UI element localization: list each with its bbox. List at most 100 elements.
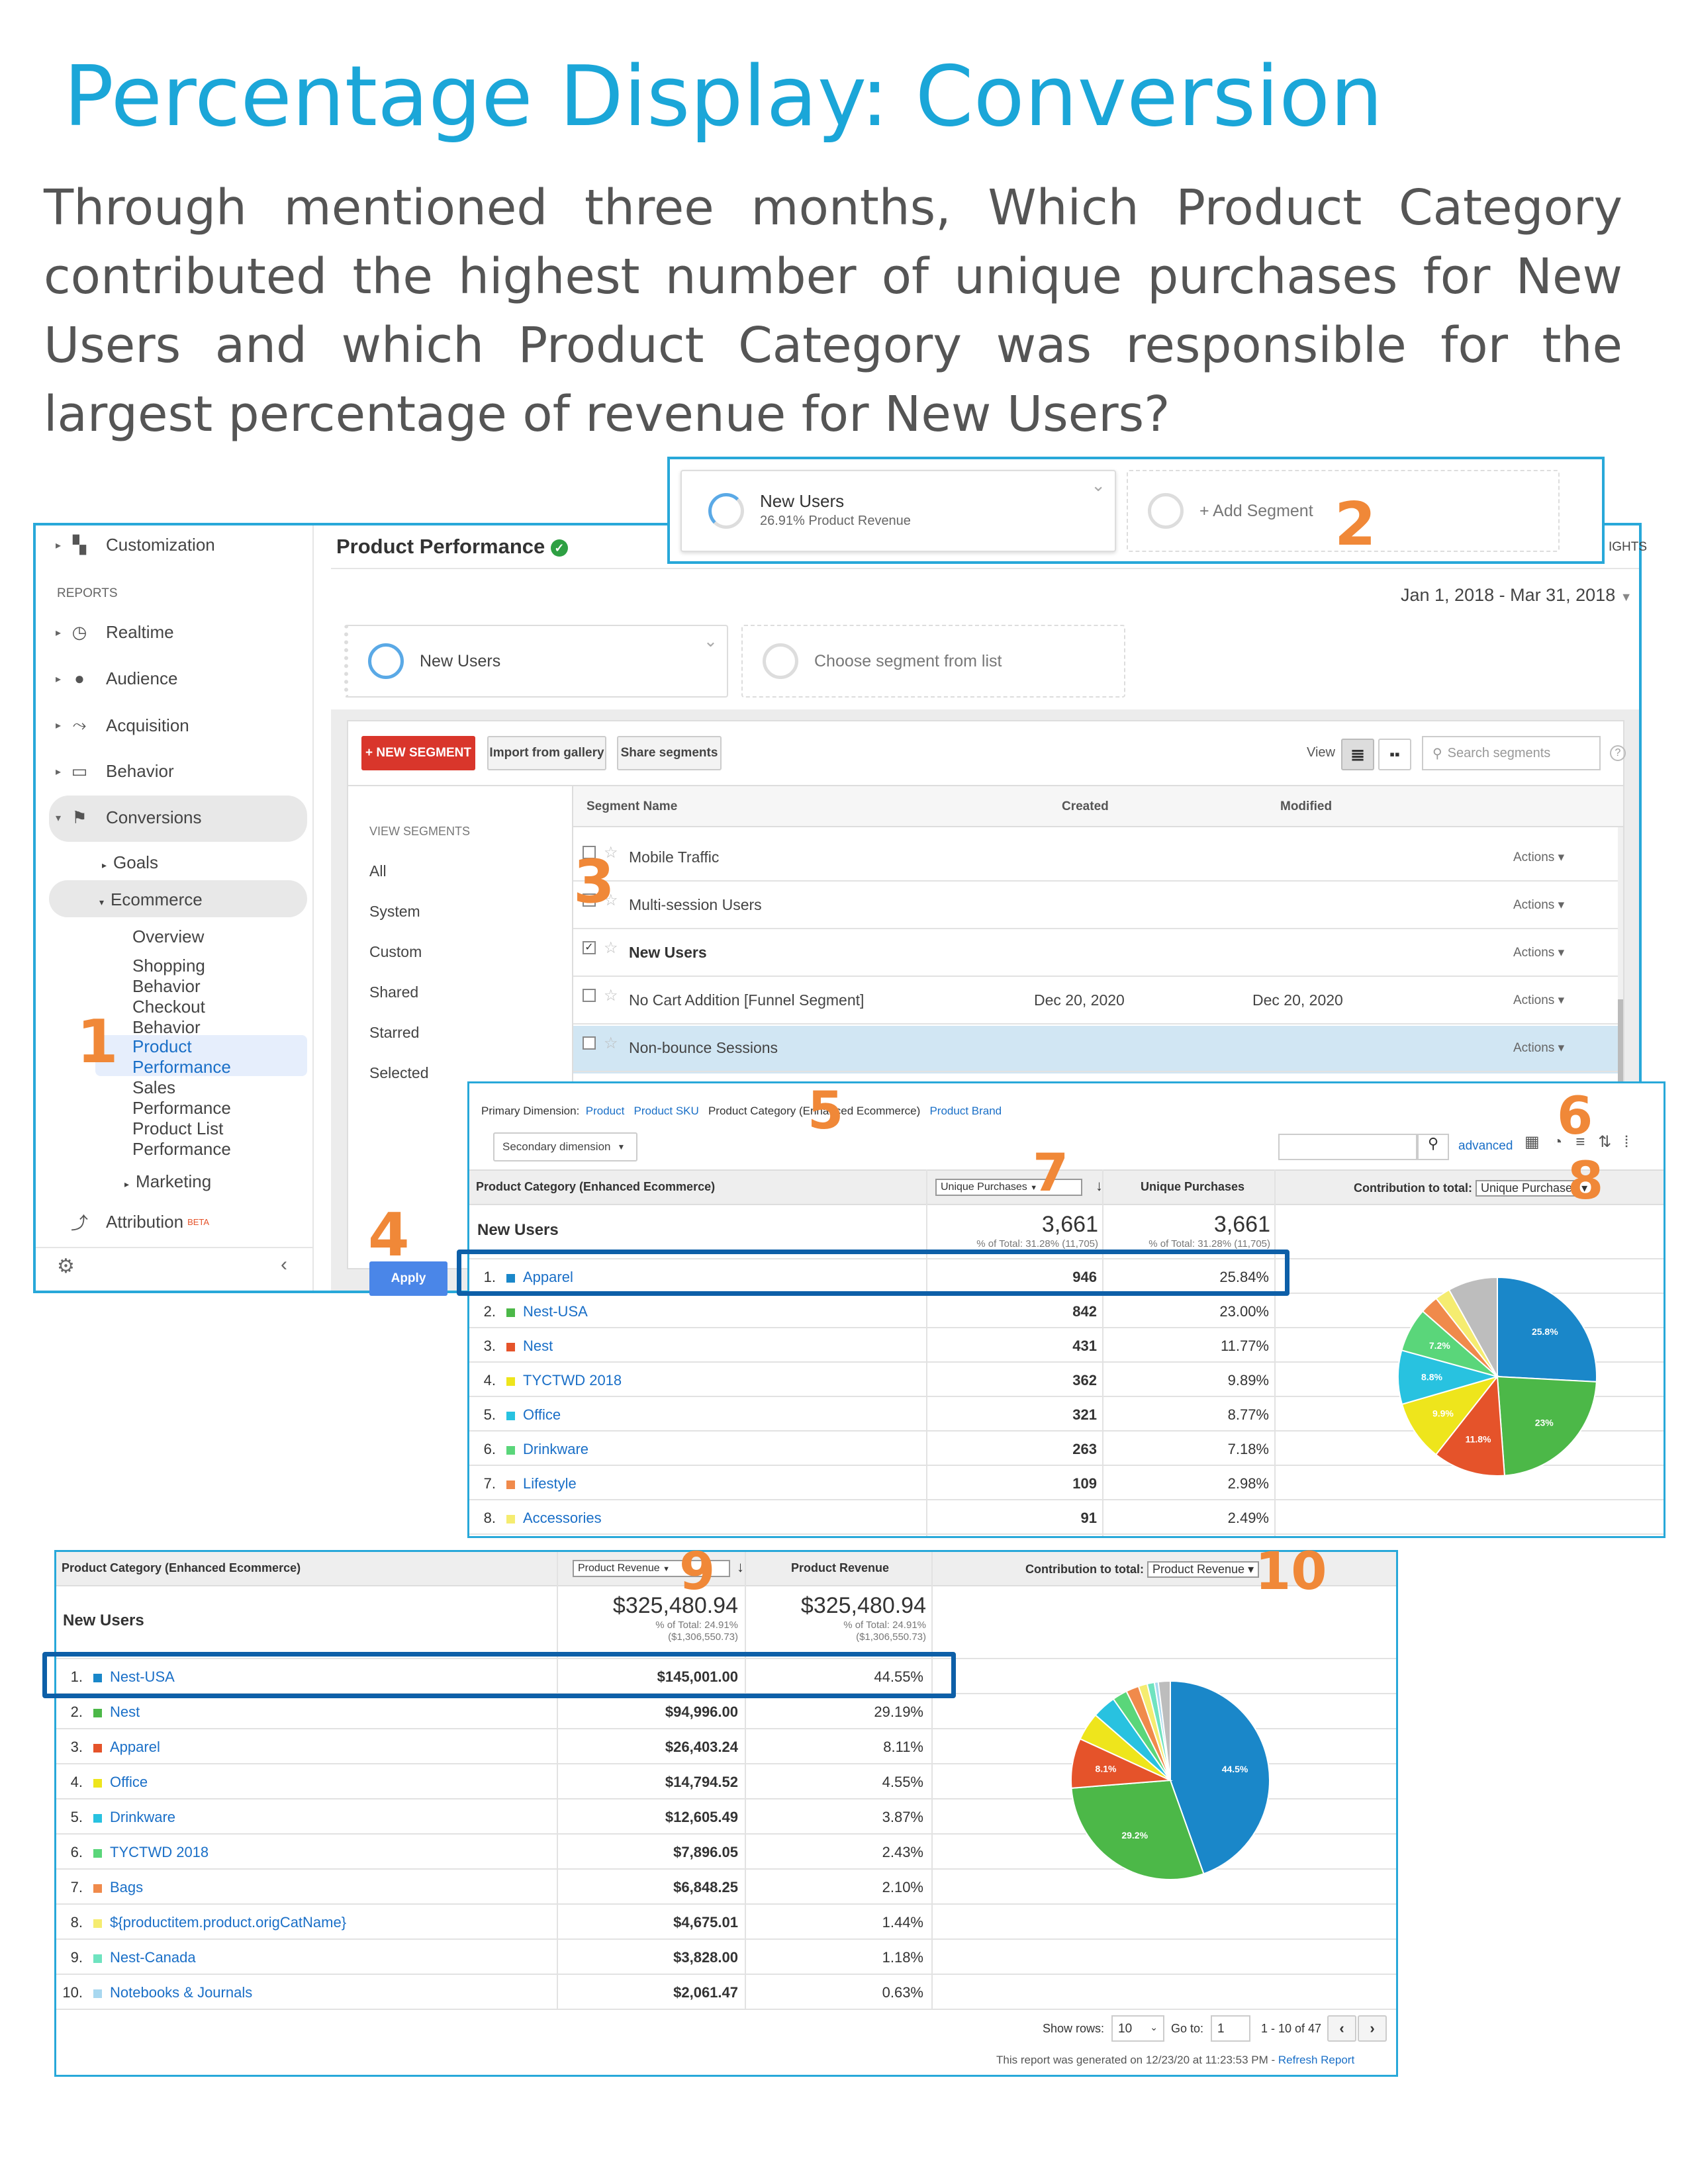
segment-row[interactable]: ☆ Multi-session Users Actions ▾ — [573, 882, 1618, 929]
filter-all[interactable]: All — [369, 851, 561, 891]
contribution-select[interactable]: Product Revenue ▾ — [1147, 1561, 1260, 1578]
category-link[interactable]: TYCTWD 2018 — [110, 1844, 209, 1860]
sort-desc-icon[interactable]: ↓ — [737, 1559, 744, 1576]
actions-menu[interactable]: Actions ▾ — [1513, 850, 1564, 865]
filter-starred[interactable]: Starred — [369, 1013, 561, 1053]
category-link[interactable]: Nest-USA — [523, 1303, 588, 1320]
filter-custom[interactable]: Custom — [369, 932, 561, 972]
gear-icon[interactable]: ⚙ — [57, 1255, 75, 1278]
show-rows-select[interactable]: 10 ⌄ — [1111, 2015, 1164, 2042]
import-from-gallery-button[interactable]: Import from gallery — [487, 736, 606, 770]
dim-product[interactable]: Product — [586, 1105, 625, 1117]
category-link[interactable]: TYCTWD 2018 — [523, 1372, 622, 1388]
sidebar-item-acquisition[interactable]: ▸ ⤳ Acquisition — [56, 715, 189, 736]
share-segments-button[interactable]: Share segments — [617, 736, 722, 770]
sidebar-item-ecommerce[interactable]: ▾ Ecommerce — [99, 889, 203, 910]
segment-row[interactable]: ✓ ☆ New Users Actions ▾ — [573, 929, 1618, 977]
search-segments-input[interactable]: ⚲ Search segments — [1422, 736, 1601, 770]
segment-row[interactable]: ☆ Mobile Traffic Actions ▾ — [573, 834, 1618, 882]
segment-row-name: No Cart Addition [Funnel Segment] — [629, 991, 865, 1009]
filter-system[interactable]: System — [369, 891, 561, 932]
category-link[interactable]: ${productitem.product.origCatName} — [110, 1914, 346, 1931]
category-link[interactable]: Apparel — [110, 1739, 160, 1755]
actions-menu[interactable]: Actions ▾ — [1513, 1040, 1564, 1056]
collapse-sidebar-icon[interactable]: ‹ — [281, 1253, 287, 1276]
row-value: $2,061.47 — [673, 1984, 738, 2001]
step-number-9: 9 — [679, 1542, 716, 1602]
sidebar-item-product-performance[interactable]: Product Performance — [132, 1036, 265, 1077]
filter-shared[interactable]: Shared — [369, 972, 561, 1013]
sidebar-item-attribution[interactable]: ⤴ Attribution BETA — [56, 1210, 209, 1234]
dim-product-brand[interactable]: Product Brand — [929, 1105, 1002, 1117]
segment-choose[interactable]: Choose segment from list — [741, 625, 1125, 698]
star-icon[interactable]: ☆ — [604, 938, 618, 958]
question-text: Through mentioned three months, Which Pr… — [44, 179, 1622, 443]
category-link[interactable]: Nest — [110, 1704, 140, 1720]
column-dimension[interactable]: Product Category (Enhanced Ecommerce) — [62, 1561, 301, 1575]
prev-page-icon[interactable]: ‹ — [1327, 2015, 1356, 2042]
column-segment-name[interactable]: Segment Name — [586, 799, 677, 814]
checkbox[interactable] — [583, 989, 596, 1002]
sidebar-item-marketing[interactable]: ▸ Marketing — [124, 1171, 211, 1192]
category-link[interactable]: Drinkware — [523, 1441, 588, 1457]
help-icon[interactable]: ? — [1610, 745, 1626, 761]
checkbox[interactable]: ✓ — [583, 941, 596, 954]
legend-swatch — [506, 1342, 515, 1351]
category-link[interactable]: Accessories — [523, 1510, 602, 1526]
column-created[interactable]: Created — [1062, 799, 1109, 814]
sidebar-item-customization[interactable]: ▸ ▚ Customization — [56, 535, 215, 555]
category-link[interactable]: Bags — [110, 1879, 143, 1895]
table-row: 8. Accessories 91 2.49% — [469, 1500, 1664, 1535]
column-product-revenue[interactable]: Product Revenue — [791, 1561, 889, 1575]
segment-row[interactable]: ☆ No Cart Addition [Funnel Segment] Dec … — [573, 977, 1618, 1024]
row-dimension: Nest — [93, 1704, 140, 1721]
secondary-dimension-select[interactable]: Secondary dimension ▼ — [493, 1132, 637, 1161]
table-search-input[interactable] — [1278, 1134, 1417, 1160]
sidebar-item-realtime[interactable]: ▸ ◷ Realtime — [56, 622, 174, 643]
sidebar-item-audience[interactable]: ▸ ● Audience — [56, 668, 177, 689]
category-link[interactable]: Nest-Canada — [110, 1949, 196, 1966]
checkbox[interactable] — [583, 1036, 596, 1050]
column-modified[interactable]: Modified — [1280, 799, 1332, 814]
sidebar-item-conversions[interactable]: ▾ ⚑ Conversions — [56, 807, 202, 828]
column-unique-purchases[interactable]: Unique Purchases — [1141, 1180, 1244, 1194]
row-percent: 9.89% — [1227, 1372, 1269, 1388]
segment-new-users[interactable]: New Users 26.91% Product Revenue ⌄ — [680, 470, 1116, 552]
category-link[interactable]: Office — [523, 1406, 561, 1423]
segment-row[interactable]: ☆ Non-bounce Sessions Actions ▾ — [573, 1024, 1618, 1072]
category-link[interactable]: Office — [110, 1774, 148, 1790]
sidebar-item-sales-performance[interactable]: Sales Performance — [132, 1077, 265, 1118]
actions-menu[interactable]: Actions ▾ — [1513, 945, 1564, 960]
sidebar-item-shopping-behavior[interactable]: Shopping Behavior — [132, 956, 238, 997]
category-link[interactable]: Lifestyle — [523, 1475, 577, 1492]
clock-icon: ◷ — [71, 622, 87, 642]
table-row: 10. Notebooks & Journals $2,061.47 0.63% — [56, 1975, 1396, 2010]
sidebar-item-overview[interactable]: Overview — [132, 927, 204, 947]
date-range-picker[interactable]: Jan 1, 2018 - Mar 31, 2018 ▼ — [1401, 585, 1632, 606]
actions-menu[interactable]: Actions ▾ — [1513, 897, 1564, 913]
pie-slice-label: 8.8% — [1421, 1372, 1442, 1383]
actions-menu[interactable]: Actions ▾ — [1513, 993, 1564, 1008]
category-link[interactable]: Notebooks & Journals — [110, 1984, 252, 2001]
sidebar-item-product-list-performance[interactable]: Product List Performance — [132, 1118, 265, 1160]
list-view-icon[interactable]: ≣ — [1341, 739, 1374, 770]
search-icon[interactable]: ⚲ — [1417, 1134, 1449, 1160]
new-segment-button[interactable]: + NEW SEGMENT — [361, 736, 475, 770]
goto-input[interactable]: 1 — [1211, 2015, 1250, 2042]
category-link[interactable]: Nest — [523, 1338, 553, 1354]
next-page-icon[interactable]: › — [1358, 2015, 1387, 2042]
insights-button[interactable]: IGHTS — [1609, 540, 1647, 555]
grid-view-icon[interactable]: ▪▪ — [1378, 739, 1411, 770]
advanced-filter-link[interactable]: advanced — [1458, 1139, 1513, 1154]
sidebar-item-behavior[interactable]: ▸ ▭ Behavior — [56, 761, 174, 782]
sidebar-item-checkout-behavior[interactable]: Checkout Behavior — [132, 997, 238, 1038]
segment-current[interactable]: New Users ⌄ — [344, 625, 728, 698]
row-dimension: Nest — [506, 1338, 553, 1355]
star-icon[interactable]: ☆ — [604, 1034, 618, 1053]
refresh-report-link[interactable]: Refresh Report — [1278, 2054, 1354, 2066]
dim-product-sku[interactable]: Product SKU — [634, 1105, 699, 1117]
sidebar-item-goals[interactable]: ▸ Goals — [102, 852, 158, 873]
category-link[interactable]: Drinkware — [110, 1809, 175, 1825]
column-dimension[interactable]: Product Category (Enhanced Ecommerce) — [476, 1180, 715, 1194]
star-icon[interactable]: ☆ — [604, 986, 618, 1005]
